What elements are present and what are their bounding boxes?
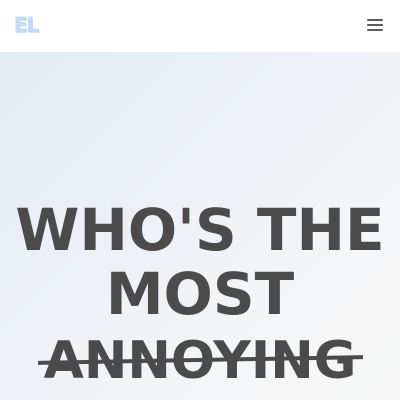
headline-line-3: ANNOYING	[37, 329, 363, 393]
headline-line-1: WHO'S THE	[15, 196, 385, 264]
hero-headline: WHO'S THE MOST ANNOYING	[0, 196, 400, 393]
hamburger-menu-icon[interactable]	[364, 14, 386, 36]
menu-bar-middle	[367, 24, 383, 26]
headline-line-3-wrapper: ANNOYING	[0, 326, 400, 393]
hero-section: WHO'S THE MOST ANNOYING	[0, 52, 400, 400]
site-header: EL	[0, 0, 400, 52]
menu-bar-top	[367, 19, 383, 21]
headline-line-2: MOST	[105, 260, 295, 328]
site-logo[interactable]: EL	[14, 13, 40, 38]
menu-bar-bottom	[367, 29, 383, 31]
